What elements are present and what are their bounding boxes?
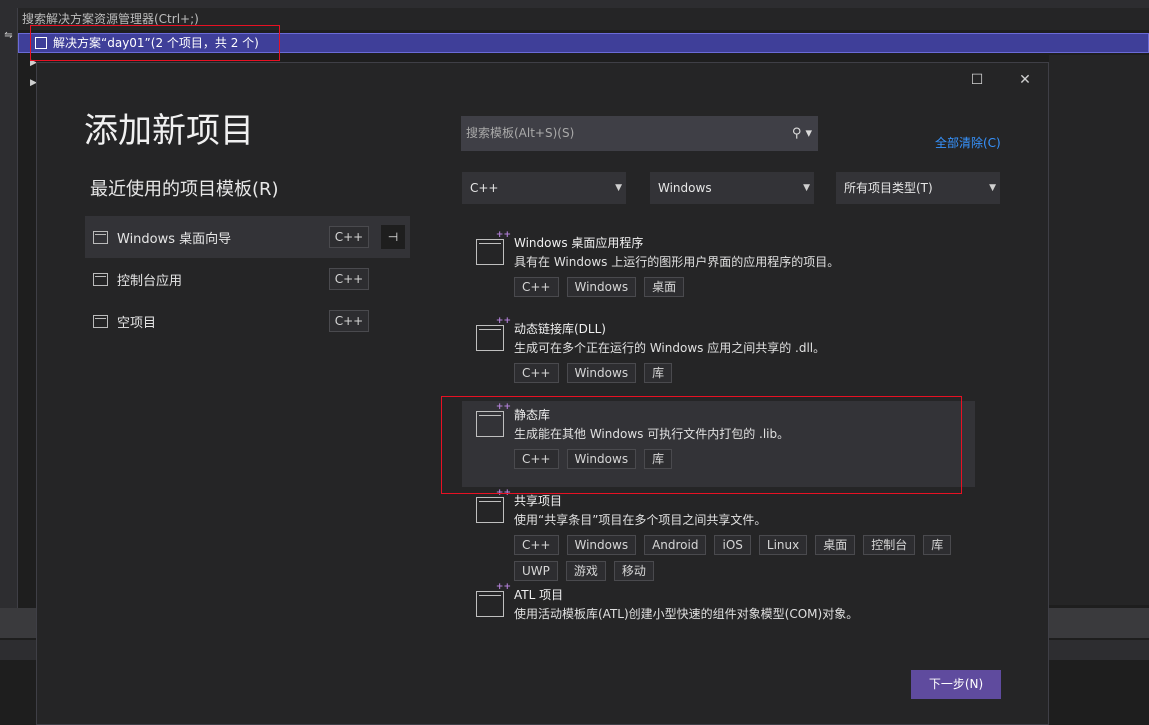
recent-templates-list: Windows 桌面向导 C++ ⊣ 控制台应用 C++ 空项目 C++ xyxy=(85,216,410,342)
template-tag: Linux xyxy=(758,535,808,555)
chevron-down-icon: ▼ xyxy=(615,183,622,193)
template-tag: iOS xyxy=(714,535,751,555)
language-filter[interactable]: C++ ▼ xyxy=(462,172,626,204)
search-icon[interactable]: ⚲ ▾ xyxy=(792,116,812,151)
template-tag: Windows xyxy=(566,277,637,297)
template-tag: C++ xyxy=(514,277,559,297)
template-item[interactable]: 共享项目使用“共享条目”项目在多个项目之间共享文件。 C++ Windows Andr… xyxy=(462,487,975,581)
template-tag: Windows xyxy=(566,363,637,383)
console-icon xyxy=(93,272,108,286)
template-item[interactable]: 静态库生成能在其他 Windows 可执行文件内打包的 .lib。 C++ Wind… xyxy=(462,401,975,487)
recent-item-label: Windows 桌面向导 xyxy=(117,231,232,247)
ide-toolbar-strip xyxy=(0,0,1149,8)
template-name: 动态链接库(DLL) xyxy=(514,322,606,336)
language-tag: C++ xyxy=(329,268,369,290)
ide-editor-area xyxy=(1049,55,1149,605)
pin-icon[interactable]: ⊣ xyxy=(381,225,405,249)
template-description: 生成可在多个正在运行的 Windows 应用之间共享的 .dll。 xyxy=(514,341,826,355)
template-item[interactable]: ATL 项目使用活动模板库(ATL)创建小型快速的组件对象模型(COM)对象。 xyxy=(462,581,975,667)
template-name: Windows 桌面应用程序 xyxy=(514,236,644,250)
template-tags: C++ Windows 桌面 xyxy=(514,277,954,297)
template-tag: Windows xyxy=(566,535,637,555)
template-tag: UWP xyxy=(514,561,558,581)
template-tag: C++ xyxy=(514,363,559,383)
solution-icon xyxy=(35,37,47,49)
template-name: 静态库 xyxy=(514,408,551,422)
template-search-input[interactable]: 搜索模板(Alt+S)(S) ⚲ ▾ xyxy=(461,116,818,151)
window-icon xyxy=(93,230,108,244)
template-tag: 库 xyxy=(923,535,952,555)
template-list: Windows 桌面应用程序具有在 Windows 上运行的图形用户界面的应用程… xyxy=(462,229,975,667)
template-item[interactable]: Windows 桌面应用程序具有在 Windows 上运行的图形用户界面的应用程… xyxy=(462,229,975,315)
next-button[interactable]: 下一步(N) xyxy=(911,670,1001,699)
template-tags: C++ Windows 库 xyxy=(514,363,954,383)
clear-all-link[interactable]: 全部清除(C) xyxy=(935,134,1001,151)
recent-templates-heading: 最近使用的项目模板(R) xyxy=(90,179,279,200)
platform-filter[interactable]: Windows ▼ xyxy=(650,172,814,204)
swap-icon[interactable]: ⇋ xyxy=(0,30,17,41)
solution-label: 解决方案“day01”(2 个项目，共 2 个) xyxy=(53,36,259,50)
static-library-icon xyxy=(476,402,511,437)
recent-item-windows-desktop-wizard[interactable]: Windows 桌面向导 C++ ⊣ xyxy=(85,216,410,258)
chevron-down-icon: ▼ xyxy=(803,183,810,193)
chevron-down-icon: ▼ xyxy=(989,183,996,193)
shared-project-icon xyxy=(476,488,511,523)
template-tags: C++ Windows Android iOS Linux 桌面 控制台库 UWP 游戏 移动 xyxy=(514,535,954,581)
language-tag: C++ xyxy=(329,226,369,248)
project-type-filter-value: 所有项目类型(T) xyxy=(844,181,933,195)
template-tag: 移动 xyxy=(613,561,654,581)
close-icon[interactable]: ✕ xyxy=(1014,69,1036,91)
template-item[interactable]: 动态链接库(DLL) 生成可在多个正在运行的 Windows 应用之间共享的 .d… xyxy=(462,315,975,401)
template-tag: 控制台 xyxy=(863,535,916,555)
recent-item-label: 空项目 xyxy=(117,315,157,331)
template-description: 具有在 Windows 上运行的图形用户界面的应用程序的项目。 xyxy=(514,255,840,269)
template-description: 使用“共享条目”项目在多个项目之间共享文件。 xyxy=(514,513,767,527)
template-tag: 库 xyxy=(644,449,673,469)
template-description: 生成能在其他 Windows 可执行文件内打包的 .lib。 xyxy=(514,427,790,441)
template-tag: Android xyxy=(644,535,707,555)
template-description: 使用活动模板库(ATL)创建小型快速的组件对象模型(COM)对象。 xyxy=(514,607,859,621)
maximize-icon[interactable]: ☐ xyxy=(966,69,988,91)
language-tag: C++ xyxy=(329,310,369,332)
template-tag: 库 xyxy=(644,363,673,383)
dialog-title: 添加新项目 xyxy=(84,111,254,151)
project-type-filter[interactable]: 所有项目类型(T) ▼ xyxy=(836,172,1000,204)
template-name: ATL 项目 xyxy=(514,588,564,602)
recent-item-empty-project[interactable]: 空项目 C++ xyxy=(85,300,410,342)
recent-item-label: 控制台应用 xyxy=(117,273,183,289)
template-tag: C++ xyxy=(514,449,559,469)
empty-project-icon xyxy=(93,314,108,328)
language-filter-value: C++ xyxy=(470,181,499,195)
template-tag: 游戏 xyxy=(565,561,606,581)
ide-left-toolbar: ⇋ xyxy=(0,8,18,608)
solution-explorer-search[interactable]: 搜索解决方案资源管理器(Ctrl+;) xyxy=(18,8,1149,30)
template-tag: 桌面 xyxy=(815,535,856,555)
platform-filter-value: Windows xyxy=(658,181,712,195)
template-tag: Windows xyxy=(566,449,637,469)
template-name: 共享项目 xyxy=(514,494,563,508)
search-placeholder: 搜索模板(Alt+S)(S) xyxy=(466,126,575,140)
template-tag: 桌面 xyxy=(644,277,685,297)
template-tags: C++ Windows 库 xyxy=(514,449,954,469)
windows-desktop-app-icon xyxy=(476,230,511,265)
dll-icon xyxy=(476,316,511,351)
recent-item-console-app[interactable]: 控制台应用 C++ xyxy=(85,258,410,300)
atl-project-icon xyxy=(476,582,511,617)
solution-tree-root[interactable]: 解决方案“day01”(2 个项目，共 2 个) xyxy=(18,33,1149,53)
template-tag: C++ xyxy=(514,535,559,555)
add-new-project-dialog: ☐ ✕ 添加新项目 最近使用的项目模板(R) Windows 桌面向导 C++ … xyxy=(36,62,1049,725)
